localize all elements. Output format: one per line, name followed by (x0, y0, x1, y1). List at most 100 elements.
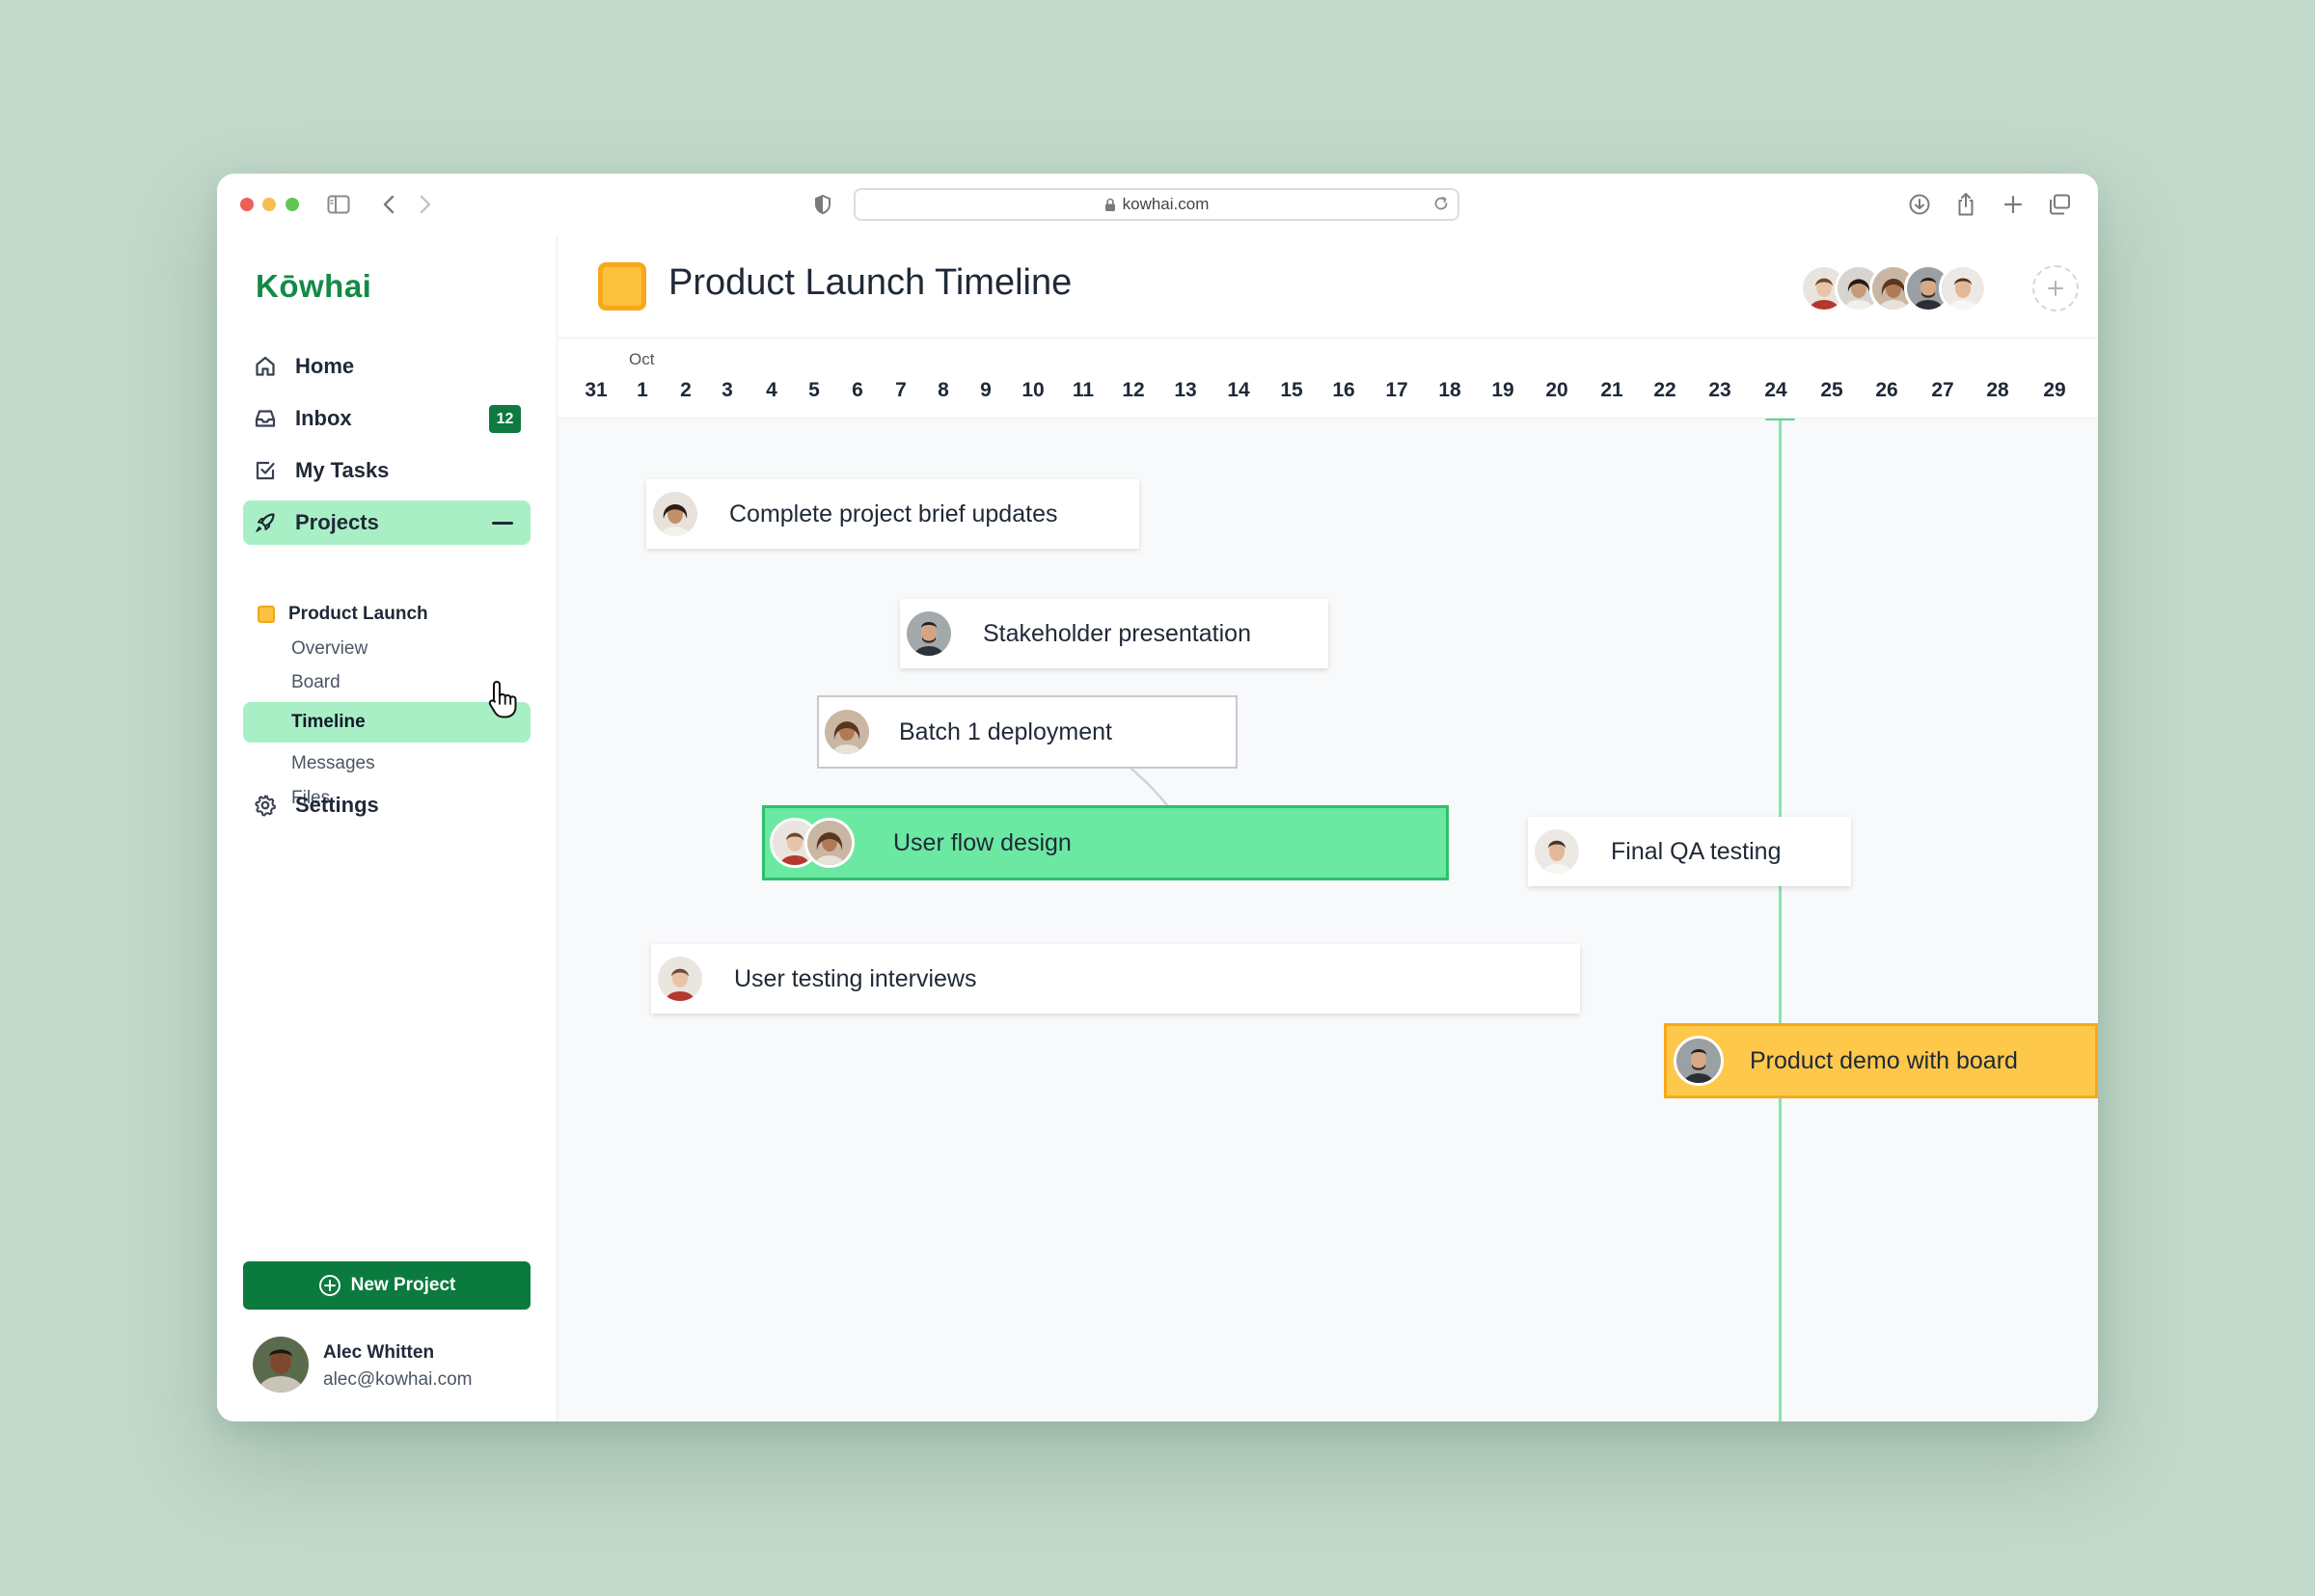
task-label: Complete project brief updates (729, 500, 1058, 527)
task-label: Product demo with board (1750, 1046, 2018, 1074)
nav-projects[interactable]: Projects (243, 500, 531, 545)
project-header: Product Launch Timeline (558, 235, 2098, 338)
month-label: Oct (629, 350, 655, 368)
nav-inbox-label: Inbox (295, 406, 352, 430)
task-label: Final QA testing (1611, 837, 1782, 865)
project-color-square (258, 606, 275, 623)
task-bar-complete-project-brief[interactable]: Complete project brief updates (646, 479, 1139, 549)
assignee-avatar (650, 489, 700, 539)
day-label: 31 (585, 379, 608, 401)
day-label: 21 (1600, 379, 1623, 401)
share-icon[interactable] (1952, 191, 1979, 218)
day-label: 27 (1931, 379, 1954, 401)
day-label: 5 (808, 379, 820, 401)
task-label: User flow design (893, 828, 1072, 856)
day-label: 11 (1072, 379, 1095, 401)
day-label: 23 (1708, 379, 1731, 401)
timeline-date-scale: Oct 31 1 2 3 4 5 6 7 8 9 10 11 12 13 14 15 16 17 18 19 20 21 2… (558, 338, 2098, 419)
back-arrow-icon[interactable] (375, 191, 402, 218)
day-label: 25 (1820, 379, 1843, 401)
nav-my-tasks[interactable]: My Tasks (243, 448, 531, 493)
nav-projects-label: Projects (295, 510, 379, 534)
day-label: 28 (1986, 379, 2009, 401)
task-label: Stakeholder presentation (983, 619, 1251, 647)
nav-inbox[interactable]: Inbox 12 (243, 396, 531, 441)
timeline-grid: Complete project brief updates Stakehold… (558, 419, 2098, 1421)
day-label: 9 (980, 379, 992, 401)
assignee-avatar (1532, 826, 1582, 877)
user-profile[interactable]: Alec Whitten alec@kowhai.com (253, 1337, 542, 1394)
download-icon[interactable] (1906, 191, 1933, 218)
browser-toolbar: kowhai.com (217, 174, 2098, 236)
assignee-avatar (1674, 1036, 1724, 1086)
assignee-avatar (904, 609, 954, 659)
task-bar-user-flow-design[interactable]: User flow design (762, 805, 1449, 880)
checkbox-icon (253, 458, 278, 483)
task-label: User testing interviews (734, 964, 977, 992)
task-bar-final-qa-testing[interactable]: Final QA testing (1528, 817, 1851, 886)
task-label: Batch 1 deployment (899, 717, 1112, 745)
close-window-button[interactable] (240, 198, 254, 211)
assignee-avatar (822, 707, 872, 757)
task-bar-user-testing-interviews[interactable]: User testing interviews (651, 944, 1580, 1014)
user-name: Alec Whitten (323, 1342, 435, 1363)
member-avatar[interactable] (1939, 264, 1987, 312)
nav-home-label: Home (295, 354, 355, 378)
collapse-minus-icon[interactable] (492, 522, 513, 525)
nav-home[interactable]: Home (243, 344, 531, 389)
minimize-window-button[interactable] (262, 198, 276, 211)
forward-arrow-icon[interactable] (412, 191, 439, 218)
day-label: 19 (1491, 379, 1514, 401)
maximize-window-button[interactable] (286, 198, 299, 211)
address-bar[interactable]: kowhai.com (854, 188, 1459, 221)
brand-logo[interactable]: Kōwhai (256, 268, 371, 305)
plus-circle-icon (318, 1274, 341, 1297)
lock-icon (1104, 198, 1116, 212)
new-project-button[interactable]: New Project (243, 1261, 531, 1310)
user-email: alec@kowhai.com (323, 1369, 473, 1390)
gear-icon (253, 793, 278, 818)
task-bar-product-demo-with-board[interactable]: Product demo with board (1664, 1023, 2098, 1098)
sidebar: Kōwhai Home Inbox 12 My Tasks Projects P… (217, 235, 558, 1421)
day-label: 7 (895, 379, 907, 401)
rocket-icon (253, 510, 278, 535)
project-product-launch[interactable]: Product Launch (258, 604, 428, 625)
assignee-avatar (655, 954, 705, 1004)
day-label: 22 (1653, 379, 1676, 401)
hand-pointer-cursor-icon (487, 679, 520, 724)
new-project-label: New Project (350, 1275, 456, 1295)
tab-overview-icon[interactable] (2046, 191, 2073, 218)
task-bar-stakeholder-presentation[interactable]: Stakeholder presentation (900, 599, 1328, 668)
day-label: 26 (1875, 379, 1898, 401)
dependency-connector (1001, 727, 1261, 863)
sidebar-toggle-icon[interactable] (325, 191, 352, 218)
day-label: 6 (852, 379, 863, 401)
home-icon (253, 354, 278, 379)
privacy-shield-icon[interactable] (809, 191, 836, 218)
day-label: 1 (637, 379, 648, 401)
day-label: 8 (938, 379, 949, 401)
project-name: Product Launch (288, 604, 428, 624)
day-label: 18 (1438, 379, 1461, 401)
day-label-today: 24 (1764, 379, 1787, 401)
plus-icon (2048, 281, 2063, 296)
day-label: 12 (1122, 379, 1145, 401)
add-member-button[interactable] (2032, 265, 2079, 311)
inbox-icon (253, 406, 278, 431)
nav-my-tasks-label: My Tasks (295, 458, 390, 482)
project-color-icon (598, 262, 646, 311)
inbox-count-badge: 12 (489, 405, 521, 433)
nav-settings-row[interactable]: Settings (243, 783, 531, 827)
day-label: 29 (2043, 379, 2066, 401)
page-title: Product Launch Timeline (668, 262, 1073, 303)
day-label: 20 (1545, 379, 1568, 401)
day-label: 4 (766, 379, 777, 401)
url-text: kowhai.com (1122, 195, 1210, 213)
new-tab-plus-icon[interactable] (2000, 191, 2027, 218)
day-label: 13 (1174, 379, 1197, 401)
reload-icon[interactable] (1432, 195, 1450, 217)
browser-window: kowhai.com Kōwhai Home Inbox 12 My Tasks… (217, 174, 2098, 1421)
user-avatar (253, 1337, 309, 1393)
task-bar-batch-1-deployment[interactable]: Batch 1 deployment (817, 695, 1238, 769)
member-avatar-stack[interactable] (1800, 264, 1993, 312)
